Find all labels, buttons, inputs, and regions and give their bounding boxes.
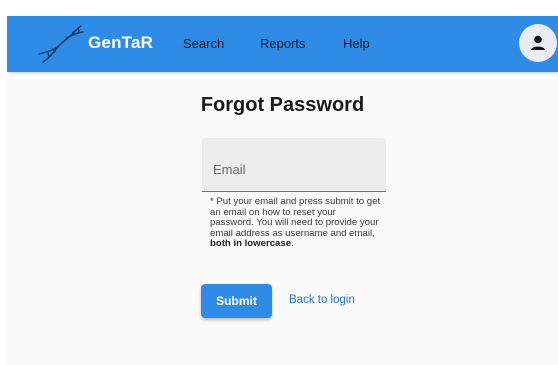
submit-button[interactable]: Submit	[201, 284, 272, 318]
nav-search[interactable]: Search	[183, 36, 224, 51]
helper-text-end: .	[291, 238, 294, 250]
email-input[interactable]	[202, 138, 386, 191]
helper-text: * Put your email and press submit to get…	[210, 196, 382, 250]
page-title: Forgot Password	[200, 94, 365, 116]
back-to-login-link[interactable]: Back to login	[289, 294, 355, 306]
email-field[interactable]	[202, 138, 386, 192]
helper-text-emphasis: both in lowercase	[210, 238, 292, 250]
nav-reports[interactable]: Reports	[260, 36, 306, 51]
dna-helix-icon[interactable]	[37, 22, 87, 66]
person-icon	[531, 35, 545, 50]
top-app-bar: GenTaR Search Reports Help	[7, 16, 558, 72]
account-button[interactable]	[519, 24, 557, 62]
nav-help[interactable]: Help	[343, 36, 370, 51]
helper-text-body: * Put your email and press submit to get…	[210, 196, 381, 239]
brand-name[interactable]: GenTaR	[88, 33, 153, 53]
app-window: GenTaR Search Reports Help Forgot Passwo…	[7, 16, 558, 365]
